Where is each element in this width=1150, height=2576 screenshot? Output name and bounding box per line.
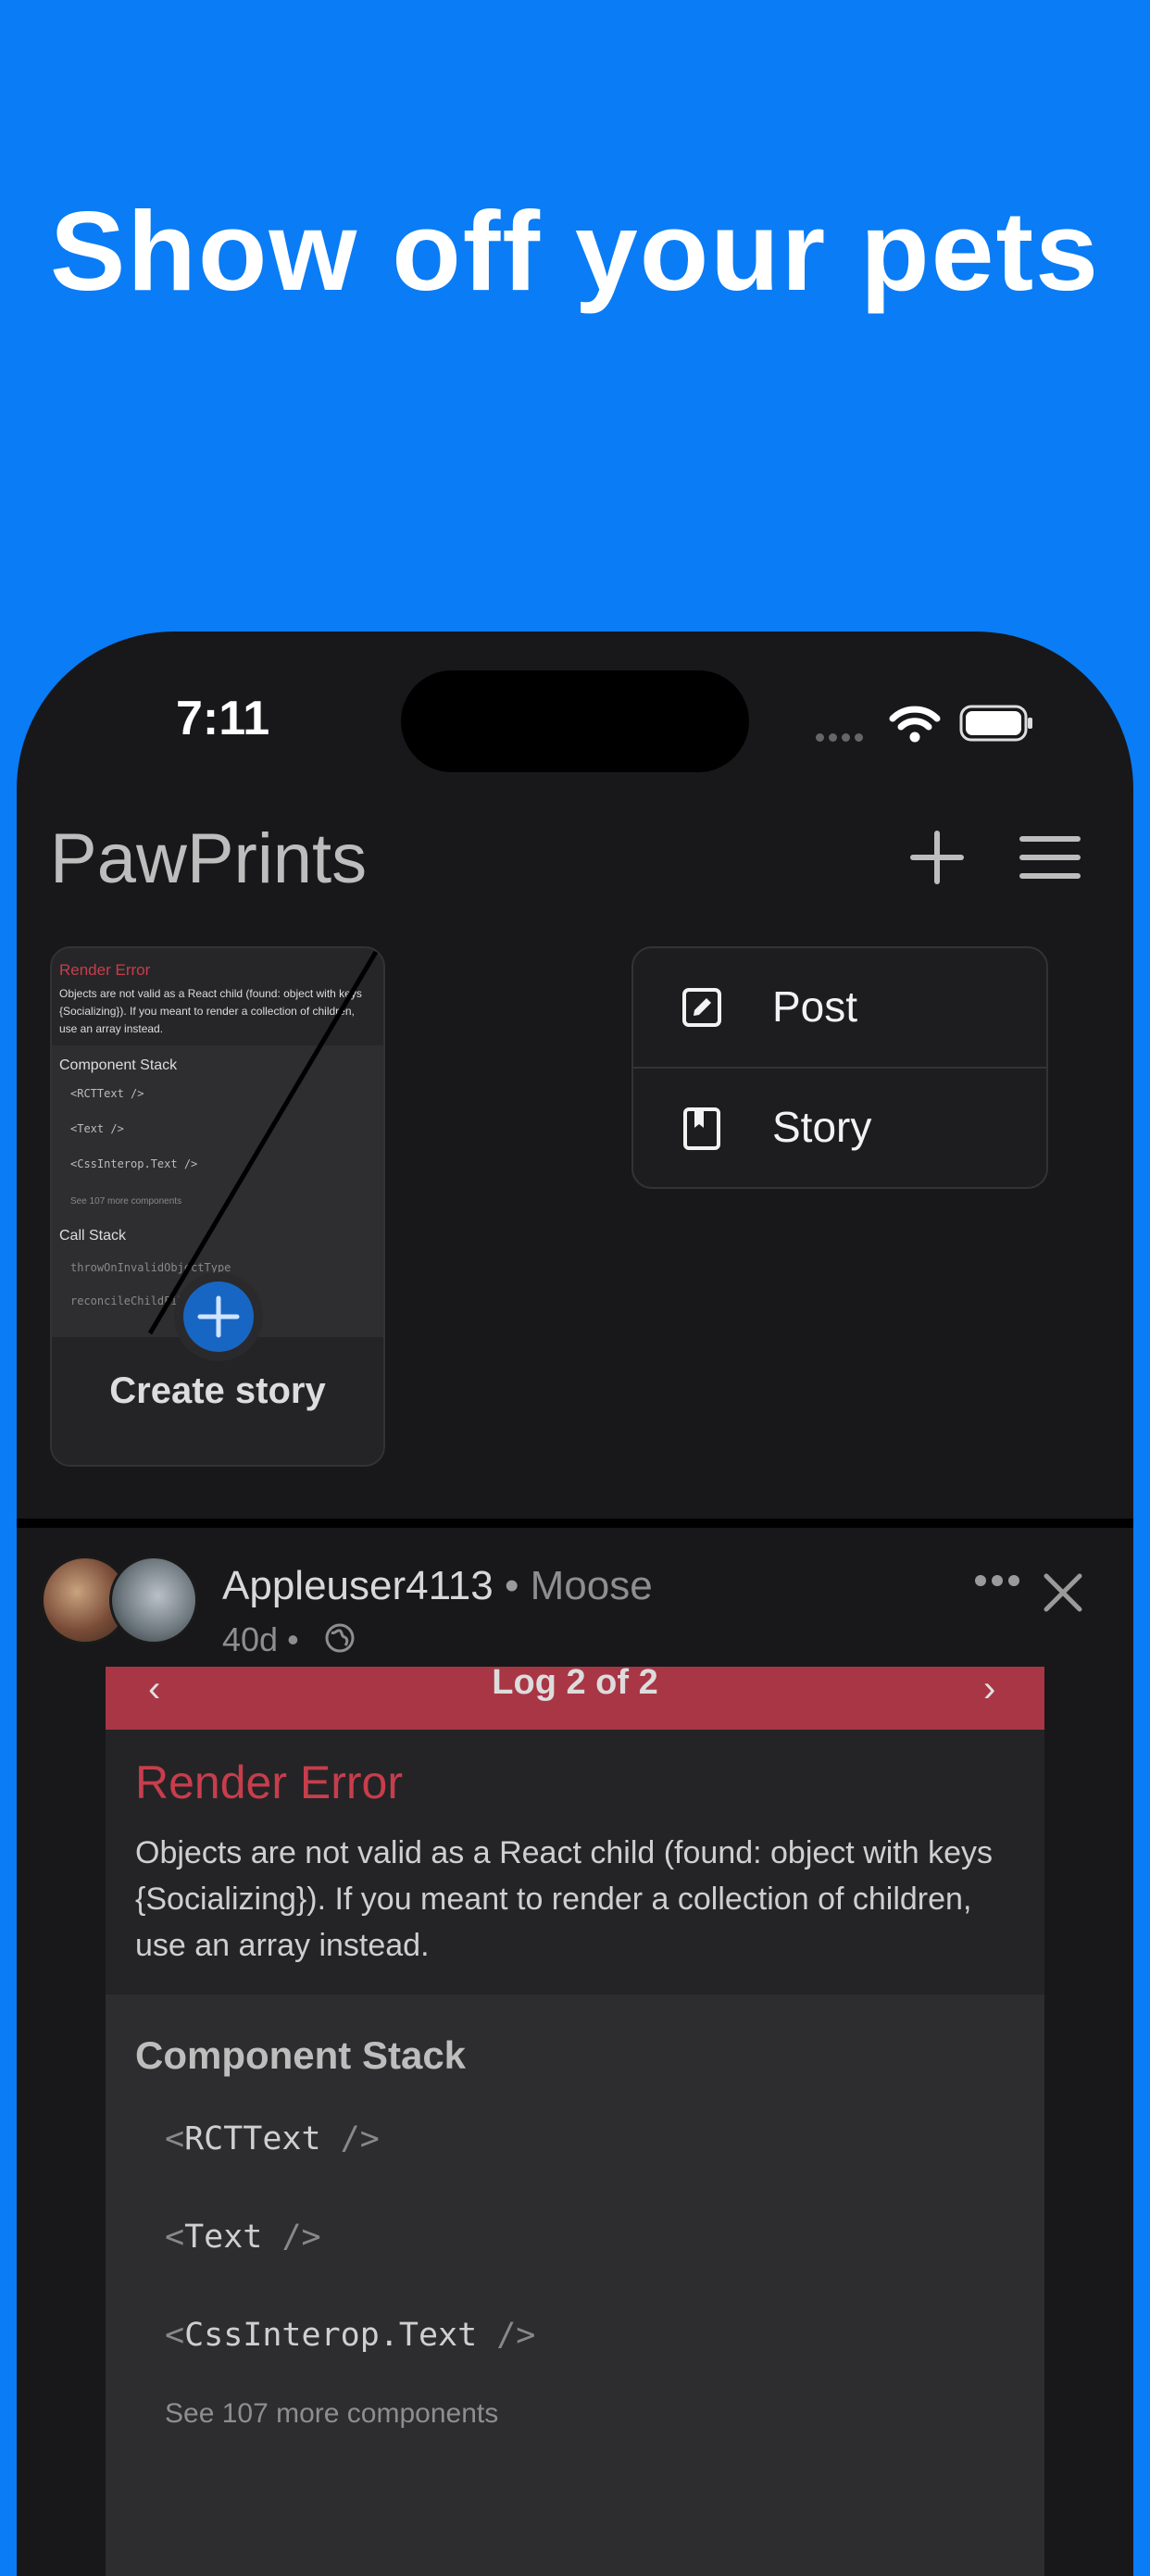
menu-item-story[interactable]: Story [633, 1069, 1046, 1187]
post-header: Appleuser4113 • Moose 40d • [17, 1528, 1133, 1658]
log-navigation-bar: ‹ Log 2 of 2 › [106, 1667, 1044, 1730]
post-username[interactable]: Appleuser4113 [222, 1563, 494, 1608]
post-pet-name[interactable]: Moose [531, 1563, 653, 1608]
component-stack-title: Component Stack [135, 2033, 467, 2077]
name-separator: • [504, 1563, 519, 1608]
globe-icon [325, 1623, 355, 1653]
diagonal-line [147, 950, 379, 1335]
headline: Show off your pets [50, 188, 1100, 314]
menu-item-post[interactable]: Post [633, 948, 1046, 1067]
cellular-icon [816, 730, 868, 746]
edit-icon [682, 988, 721, 1027]
phone-frame: 7:11 PawPrints Render Error Objects are … [17, 631, 1133, 2576]
more-options-icon[interactable] [974, 1574, 1020, 1587]
stack-line: <Text /> [165, 2219, 321, 2256]
feed-separator [17, 1519, 1133, 1528]
wifi-icon [889, 706, 941, 743]
menu-item-story-label: Story [772, 1103, 872, 1151]
error-message: Objects are not valid as a React child (… [135, 1835, 994, 1963]
see-more-components[interactable]: See 107 more components [165, 2398, 498, 2430]
status-time: 7:11 [176, 692, 270, 745]
book-icon [683, 1107, 720, 1150]
app-title: PawPrints [50, 819, 368, 898]
post-author-line: Appleuser4113 • Moose [222, 1563, 653, 1609]
post-media-screenshot[interactable]: ‹ Log 2 of 2 › Render Error Objects are … [106, 1667, 1044, 2576]
battery-icon [959, 705, 1032, 742]
pet-avatar[interactable] [109, 1556, 198, 1644]
menu-button[interactable] [1019, 830, 1081, 885]
menu-item-post-label: Post [772, 982, 858, 1031]
chevron-right-icon[interactable]: › [983, 1669, 995, 1710]
create-story-label: Create story [109, 1370, 326, 1411]
add-button[interactable] [907, 828, 967, 887]
log-label: Log 2 of 2 [492, 1667, 658, 1702]
post-age: 40d • [222, 1620, 299, 1658]
error-title: Render Error [135, 1757, 403, 1808]
stack-line: <CssInterop.Text /> [165, 2317, 536, 2354]
close-icon[interactable] [1043, 1572, 1083, 1613]
stack-line: <RCTText /> [165, 2120, 380, 2157]
dynamic-island [401, 670, 749, 772]
create-menu-dropdown: Post Story [631, 946, 1048, 1189]
